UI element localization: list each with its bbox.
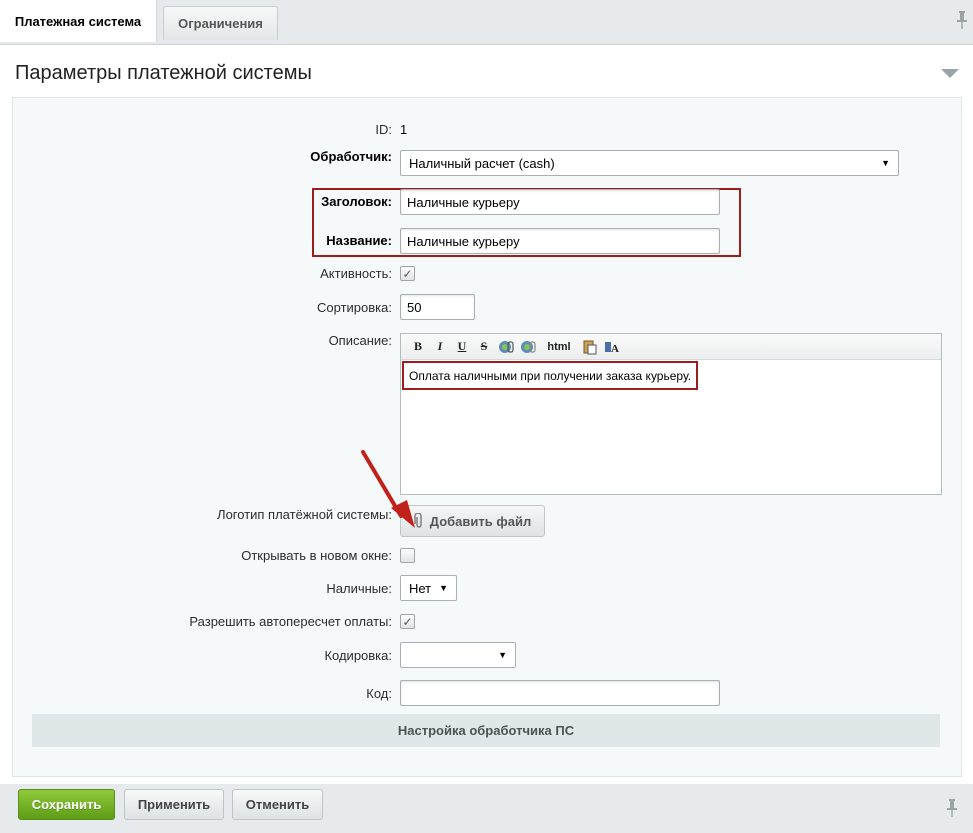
autorecalc-checkbox[interactable]: ✓ [400, 614, 415, 629]
dropdown-arrow-icon: ▼ [498, 650, 507, 660]
description-label: Описание: [328, 333, 392, 348]
code-label: Код: [366, 686, 392, 701]
apply-button[interactable]: Применить [124, 789, 224, 820]
description-editor[interactable]: B I U S html A [400, 333, 942, 495]
new-window-label: Открывать в новом окне: [241, 548, 392, 563]
autorecalc-label: Разрешить автопересчет оплаты: [189, 614, 392, 629]
remove-link-button[interactable] [517, 336, 539, 358]
paste-icon [583, 340, 597, 354]
new-window-checkbox[interactable] [400, 548, 415, 563]
paste-button[interactable] [579, 336, 601, 358]
sort-label: Сортировка: [317, 300, 392, 315]
insert-link-button[interactable] [495, 336, 517, 358]
code-input[interactable] [400, 680, 720, 706]
name-label: Название: [326, 233, 392, 248]
triangle-down-icon[interactable] [941, 69, 959, 78]
italic-button[interactable]: I [429, 336, 451, 358]
active-label: Активность: [320, 266, 392, 281]
pin-icon[interactable] [947, 799, 957, 817]
encoding-label: Кодировка: [324, 648, 392, 663]
cancel-button[interactable]: Отменить [232, 789, 323, 820]
underline-button[interactable]: U [451, 336, 473, 358]
active-checkbox[interactable]: ✓ [400, 266, 415, 281]
cash-select[interactable]: Нет ▼ [400, 575, 457, 601]
handler-settings-section[interactable]: Настройка обработчика ПС [32, 714, 940, 747]
add-file-label: Добавить файл [429, 513, 532, 529]
font-icon: A [605, 341, 619, 355]
tab-restrictions[interactable]: Ограничения [163, 6, 278, 40]
bold-button[interactable]: B [407, 336, 429, 358]
pin-icon[interactable] [957, 11, 967, 29]
id-label: ID: [375, 122, 392, 137]
header-label: Заголовок: [321, 194, 392, 209]
save-button[interactable]: Сохранить [18, 789, 115, 820]
dropdown-arrow-icon: ▼ [439, 583, 448, 593]
strike-button[interactable]: S [473, 336, 495, 358]
cash-select-value: Нет [409, 580, 432, 596]
editor-toolbar: B I U S html A [401, 334, 941, 360]
sort-input[interactable]: 50 [400, 294, 475, 320]
handler-select-value: Наличный расчет (cash) [409, 155, 555, 171]
encoding-select[interactable]: ▼ [400, 642, 516, 668]
name-input[interactable]: Наличные курьеру [400, 228, 720, 254]
page-title: Параметры платежной системы [15, 62, 312, 84]
description-text[interactable]: Оплата наличными при получении заказа ку… [409, 369, 691, 383]
header-input[interactable]: Наличные курьеру [400, 189, 720, 215]
tab-bar: Платежная система Ограничения [0, 0, 973, 42]
handler-label: Обработчик: [310, 149, 392, 164]
id-value: 1 [400, 122, 408, 137]
svg-text:A: A [611, 343, 619, 355]
link-icon [499, 340, 514, 353]
annotation-arrow-icon [361, 450, 415, 528]
html-mode-button[interactable]: html [539, 336, 579, 358]
handler-select[interactable]: Наличный расчет (cash) ▼ [400, 150, 899, 176]
tab-payment-system[interactable]: Платежная система [0, 0, 157, 42]
font-button[interactable]: A [601, 336, 623, 358]
cash-label: Наличные: [326, 581, 392, 596]
unlink-icon [521, 340, 536, 353]
dropdown-arrow-icon: ▼ [881, 158, 890, 168]
